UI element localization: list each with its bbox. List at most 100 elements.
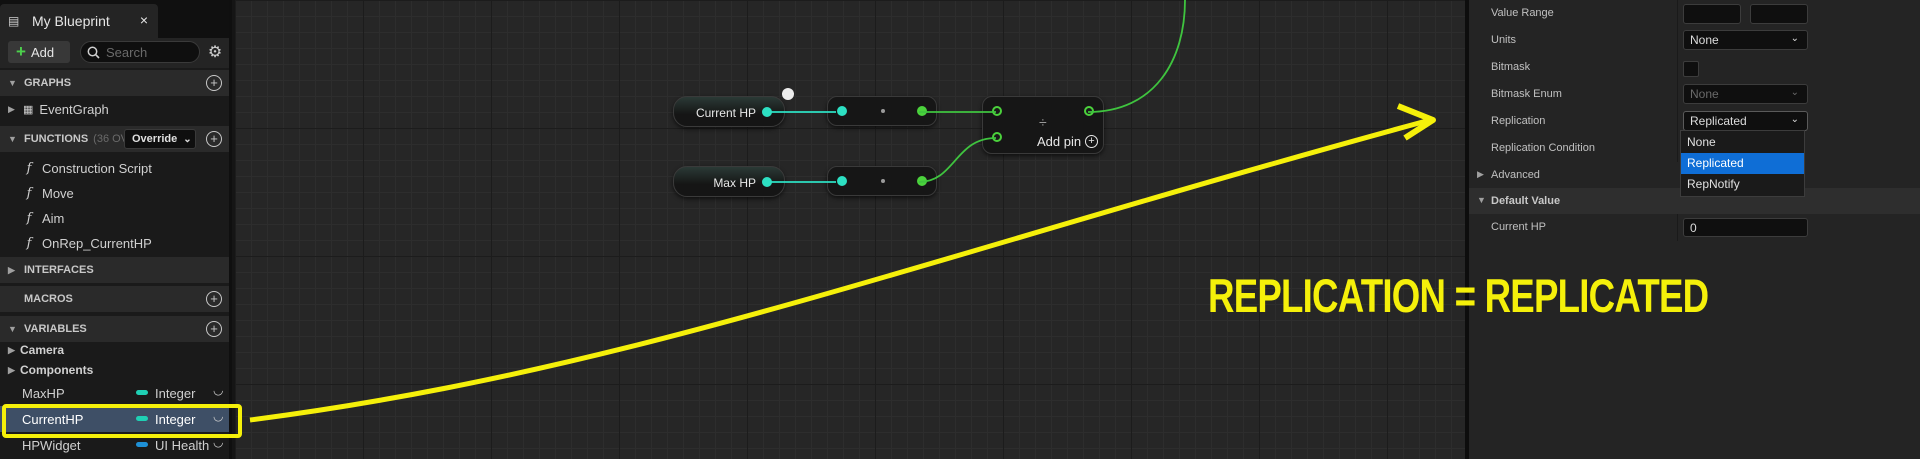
current-hp-default-input[interactable]: 0	[1683, 218, 1808, 237]
details-row-units: Units None ⌄	[1469, 27, 1920, 54]
function-item[interactable]: f Aim	[0, 206, 229, 230]
function-icon: f	[26, 235, 32, 251]
output-pin[interactable]	[1084, 106, 1094, 116]
section-interfaces[interactable]: ▶ INTERFACES	[0, 257, 229, 283]
details-label: Replication	[1491, 115, 1546, 127]
output-pin[interactable]	[762, 107, 772, 117]
function-item[interactable]: f Move	[0, 181, 229, 205]
get-current-hp-node[interactable]: Current HP	[673, 96, 785, 127]
column-divider	[1677, 81, 1678, 108]
close-icon[interactable]: ×	[140, 12, 148, 28]
input-pin[interactable]	[837, 176, 847, 186]
input-pin-a[interactable]	[992, 106, 1002, 116]
add-variable-icon[interactable]: +	[206, 321, 222, 337]
output-pin[interactable]	[762, 177, 772, 187]
add-function-icon[interactable]: +	[206, 131, 222, 147]
variable-category-label: Components	[20, 363, 94, 377]
expand-triangle-icon: ▶	[8, 103, 15, 114]
output-pin[interactable]	[917, 176, 927, 186]
details-label: Current HP	[1491, 221, 1547, 233]
add-pin-label[interactable]: Add pin	[1037, 134, 1081, 149]
replication-option-repnotify[interactable]: RepNotify	[1681, 174, 1804, 195]
section-macros[interactable]: MACROS +	[0, 286, 229, 312]
variable-category-components[interactable]: ▶ Components	[0, 360, 229, 380]
event-graph-canvas[interactable]: Current HP Max HP ÷ Add pin +	[235, 0, 1465, 459]
add-graph-icon[interactable]: +	[206, 75, 222, 91]
annotation-text: REPLICATION = REPLICATED	[1208, 269, 1709, 322]
section-macros-title: MACROS	[24, 293, 73, 305]
section-variables[interactable]: ▼ VARIABLES +	[0, 316, 229, 342]
expand-triangle-icon: ▶	[8, 344, 15, 355]
column-divider	[1677, 214, 1678, 241]
add-button[interactable]: + Add	[8, 41, 70, 63]
dropdown-value: Replicated	[1690, 114, 1747, 128]
details-row-bitmask: Bitmask	[1469, 54, 1920, 81]
variable-type: UI Health	[155, 437, 210, 453]
expand-triangle-icon: ▶	[8, 264, 15, 275]
convert-node[interactable]	[827, 166, 937, 196]
details-row-value-range: Value Range	[1469, 0, 1920, 27]
output-pin[interactable]	[917, 106, 927, 116]
details-label: Bitmask Enum	[1491, 88, 1562, 100]
convert-dot	[881, 179, 885, 183]
details-label: Units	[1491, 34, 1517, 46]
search-box[interactable]	[80, 41, 200, 63]
section-graphs[interactable]: ▼ GRAPHS +	[0, 70, 229, 96]
function-item[interactable]: f Construction Script	[0, 156, 229, 180]
value-range-min-field[interactable]	[1683, 4, 1741, 24]
function-item-label: Construction Script	[42, 160, 152, 176]
replication-dropdown[interactable]: Replicated ⌄	[1683, 111, 1808, 131]
variable-category-label: Camera	[20, 343, 65, 357]
convert-node[interactable]	[827, 96, 937, 126]
chevron-down-icon: ⌄	[1790, 114, 1799, 125]
details-panel: Value Range Units None ⌄ Bitmask Bitmask…	[1465, 0, 1920, 459]
tab-my-blueprint[interactable]: ▤ My Blueprint ×	[0, 4, 158, 38]
tab-bar: ▤ My Blueprint ×	[0, 0, 229, 38]
function-icon: f	[26, 210, 32, 226]
variable-category-camera[interactable]: ▶ Camera	[0, 340, 229, 360]
input-pin[interactable]	[837, 106, 847, 116]
value-range-max-field[interactable]	[1750, 4, 1808, 24]
column-divider	[1677, 135, 1678, 162]
variable-name: HPWidget	[22, 437, 81, 453]
function-icon: f	[26, 160, 32, 176]
column-divider	[1677, 27, 1678, 54]
divide-symbol: ÷	[1039, 114, 1047, 130]
type-pill-icon	[136, 442, 148, 447]
replication-option-replicated[interactable]: Replicated	[1681, 153, 1804, 174]
section-interfaces-title: INTERFACES	[24, 264, 94, 276]
details-label: Bitmask	[1491, 61, 1531, 73]
add-pin-icon[interactable]: +	[1085, 135, 1098, 148]
my-blueprint-panel: ▤ My Blueprint × + Add ⚙ ▼ GRAPHS + ▶ ▦ …	[0, 0, 232, 459]
divide-node[interactable]: ÷ Add pin +	[982, 96, 1104, 154]
variable-row-maxhp[interactable]: MaxHP Integer ◡	[0, 380, 229, 406]
details-label: Replication Condition	[1491, 142, 1595, 154]
eye-closed-icon[interactable]: ◡	[213, 383, 223, 397]
add-macro-icon[interactable]: +	[206, 291, 222, 307]
function-item-label: Aim	[42, 210, 65, 226]
function-item[interactable]: f OnRep_CurrentHP	[0, 231, 229, 255]
graph-wires	[249, 0, 1436, 423]
collapse-triangle-icon: ▼	[8, 78, 17, 88]
units-dropdown[interactable]: None ⌄	[1683, 30, 1808, 50]
section-functions[interactable]: ▼ FUNCTIONS (36 OVERRIDABLE) Override ⌄ …	[0, 126, 229, 152]
override-dropdown[interactable]: Override ⌄	[124, 129, 196, 149]
get-max-hp-node[interactable]: Max HP	[673, 166, 785, 197]
variable-type: Integer	[155, 385, 196, 401]
expand-triangle-icon: ▶	[8, 364, 15, 375]
column-divider	[1677, 108, 1678, 135]
add-button-label: Add	[30, 44, 55, 60]
gear-icon[interactable]: ⚙	[205, 43, 225, 63]
graph-item-eventgraph[interactable]: ▶ ▦ EventGraph	[0, 97, 229, 121]
bitmask-checkbox[interactable]	[1683, 61, 1699, 77]
dropdown-value: None	[1690, 87, 1719, 101]
type-pill-icon	[136, 390, 148, 395]
replication-option-none[interactable]: None	[1681, 132, 1804, 153]
replication-dropdown-menu: None Replicated RepNotify	[1680, 130, 1805, 197]
convert-dot	[881, 109, 885, 113]
search-input[interactable]	[106, 44, 196, 60]
function-item-label: Move	[42, 185, 74, 201]
wire-divide-out	[1087, 0, 1186, 113]
function-item-label: OnRep_CurrentHP	[42, 235, 152, 251]
input-pin-b[interactable]	[992, 132, 1002, 142]
